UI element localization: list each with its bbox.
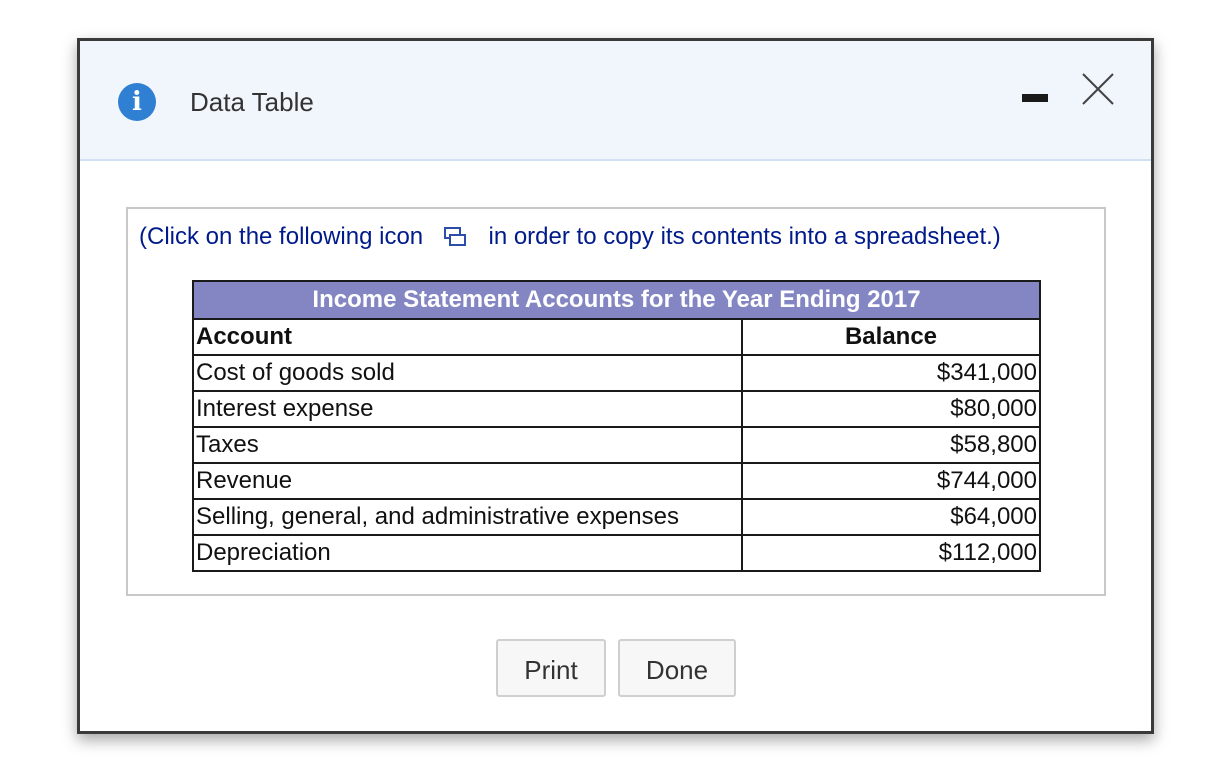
table-row: Depreciation $112,000 [192, 534, 1041, 572]
content-panel: (Click on the following icon in order to… [126, 207, 1106, 596]
dialog-title: Data Table [190, 87, 314, 117]
balance-cell: $80,000 [741, 390, 1041, 428]
table-header-row: Account Balance [192, 318, 1041, 356]
balance-cell: $112,000 [741, 534, 1041, 572]
income-statement-table: Income Statement Accounts for the Year E… [192, 280, 1041, 572]
balance-cell: $58,800 [741, 426, 1041, 464]
info-icon: i [118, 83, 156, 121]
print-button[interactable]: Print [496, 639, 606, 697]
table-caption: Income Statement Accounts for the Year E… [192, 280, 1041, 320]
table-row: Revenue $744,000 [192, 462, 1041, 500]
account-cell: Selling, general, and administrative exp… [192, 498, 743, 536]
account-cell: Cost of goods sold [192, 354, 743, 392]
column-header-account: Account [192, 318, 743, 356]
account-cell: Depreciation [192, 534, 743, 572]
copy-instruction: (Click on the following icon in order to… [139, 221, 1001, 252]
account-cell: Taxes [192, 426, 743, 464]
table-row: Cost of goods sold $341,000 [192, 354, 1041, 392]
table-row: Taxes $58,800 [192, 426, 1041, 464]
instruction-text-before: (Click on the following icon [139, 222, 424, 250]
close-icon[interactable] [1080, 71, 1116, 107]
dialog-titlebar: i Data Table [80, 41, 1151, 161]
data-table-dialog: i Data Table (Click on the following ico… [77, 38, 1154, 734]
table-caption-row: Income Statement Accounts for the Year E… [192, 280, 1041, 320]
account-cell: Interest expense [192, 390, 743, 428]
table-row: Selling, general, and administrative exp… [192, 498, 1041, 536]
instruction-text-after: in order to copy its contents into a spr… [488, 222, 1001, 250]
done-button[interactable]: Done [618, 639, 736, 697]
balance-cell: $341,000 [741, 354, 1041, 392]
minimize-icon[interactable] [1022, 94, 1048, 102]
table-row: Interest expense $80,000 [192, 390, 1041, 428]
balance-cell: $64,000 [741, 498, 1041, 536]
balance-cell: $744,000 [741, 462, 1041, 500]
account-cell: Revenue [192, 462, 743, 500]
copy-icon[interactable] [443, 226, 466, 247]
column-header-balance: Balance [741, 318, 1041, 356]
